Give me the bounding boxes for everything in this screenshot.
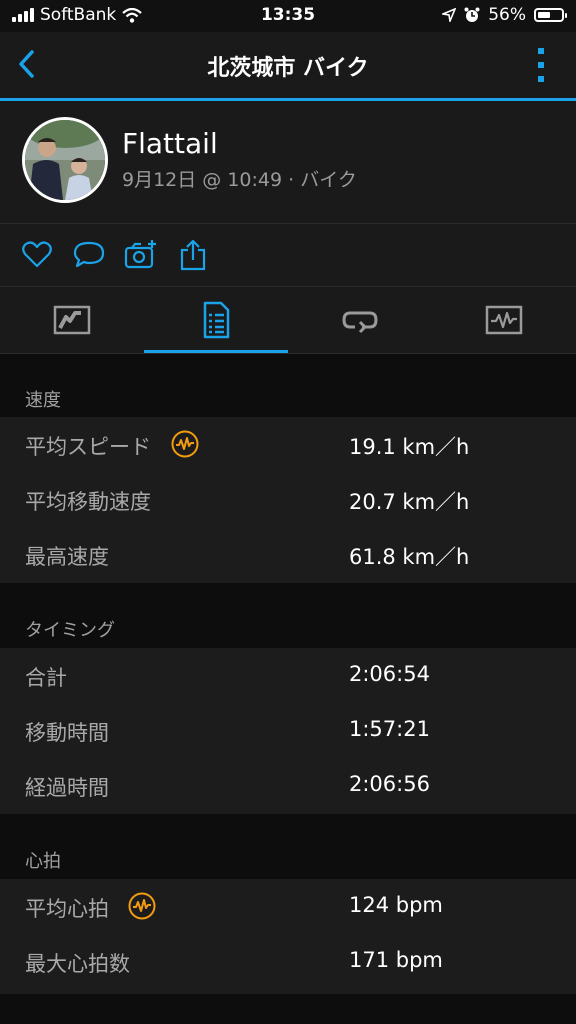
stat-row: 最大心拍数 171 bpm: [0, 934, 576, 989]
tab-charts[interactable]: [432, 287, 576, 353]
stat-label: 平均スピード: [25, 435, 151, 459]
tab-laps[interactable]: [288, 287, 432, 353]
stat-row: 平均スピード 19.1 km／h: [0, 417, 576, 472]
stat-row: 合計 2:06:54: [0, 648, 576, 703]
stat-value: 20.7 km／h: [349, 490, 470, 514]
stat-value: 1:57:21: [349, 717, 430, 741]
tab-stats[interactable]: [144, 287, 288, 353]
laps-icon: [342, 311, 378, 334]
avatar[interactable]: [22, 117, 108, 203]
battery-percent: 56%: [488, 5, 526, 25]
selected-tab-indicator: [144, 350, 288, 353]
performance-badge-icon[interactable]: [171, 430, 199, 458]
stat-row: 最高速度 61.8 km／h: [0, 527, 576, 582]
timing-stats: 合計 2:06:54 移動時間 1:57:21 経過時間 2:06:56: [0, 648, 576, 814]
stat-label: 経過時間: [25, 776, 109, 800]
stat-row: 移動時間 1:57:21: [0, 703, 576, 758]
stat-label: 最大心拍数: [25, 952, 130, 976]
stat-label: 平均移動速度: [25, 490, 151, 514]
stat-label: 移動時間: [25, 721, 109, 745]
section-header-speed: 速度: [25, 390, 61, 411]
performance-badge-icon[interactable]: [128, 892, 156, 920]
heart-rate-stats: 平均心拍 124 bpm 最大心拍数 171 bpm: [0, 879, 576, 994]
stats-sheet-icon: [203, 301, 230, 339]
battery-icon: [534, 8, 567, 22]
tab-overview[interactable]: [0, 287, 144, 353]
status-right: 56%: [442, 5, 567, 25]
alarm-icon: [464, 7, 480, 22]
stat-value: 171 bpm: [349, 948, 443, 972]
stat-label: 最高速度: [25, 545, 109, 569]
stat-label: 平均心拍: [25, 897, 109, 921]
charts-icon: [485, 305, 523, 335]
section-header-heart-rate: 心拍: [25, 851, 61, 872]
avatar-photo: [25, 120, 105, 200]
comment-icon[interactable]: [72, 238, 106, 272]
stat-value: 124 bpm: [349, 893, 443, 917]
overview-map-icon: [53, 305, 91, 335]
stat-row: 平均移動速度 20.7 km／h: [0, 472, 576, 527]
stat-row: 平均心拍 124 bpm: [0, 879, 576, 934]
section-header-timing: タイミング: [25, 620, 115, 641]
stat-row: 経過時間 2:06:56: [0, 758, 576, 813]
page-title: 北茨城市 バイク: [207, 56, 369, 81]
activity-datetime: 9月12日 @ 10:49 · バイク: [122, 169, 357, 191]
athlete-name[interactable]: Flattail: [122, 127, 218, 160]
stat-value: 2:06:56: [349, 772, 430, 796]
navigation-bar: 北茨城市 バイク: [0, 32, 576, 101]
status-bar: SoftBank 13:35 56%: [0, 0, 576, 32]
camera-add-icon[interactable]: [124, 238, 158, 272]
stat-value: 19.1 km／h: [349, 435, 470, 459]
location-arrow-icon: [442, 8, 457, 22]
stat-value: 2:06:54: [349, 662, 430, 686]
action-bar: [0, 224, 576, 287]
detail-tabs: [0, 287, 576, 354]
stat-value: 61.8 km／h: [349, 545, 470, 569]
share-icon[interactable]: [176, 238, 210, 272]
heart-icon[interactable]: [20, 238, 54, 272]
stat-label: 合計: [25, 666, 67, 690]
speed-stats: 平均スピード 19.1 km／h 平均移動速度 20.7 km／h 最高速度 6…: [0, 417, 576, 583]
activity-header: Flattail 9月12日 @ 10:49 · バイク: [0, 101, 576, 224]
more-options-icon[interactable]: [536, 46, 546, 84]
